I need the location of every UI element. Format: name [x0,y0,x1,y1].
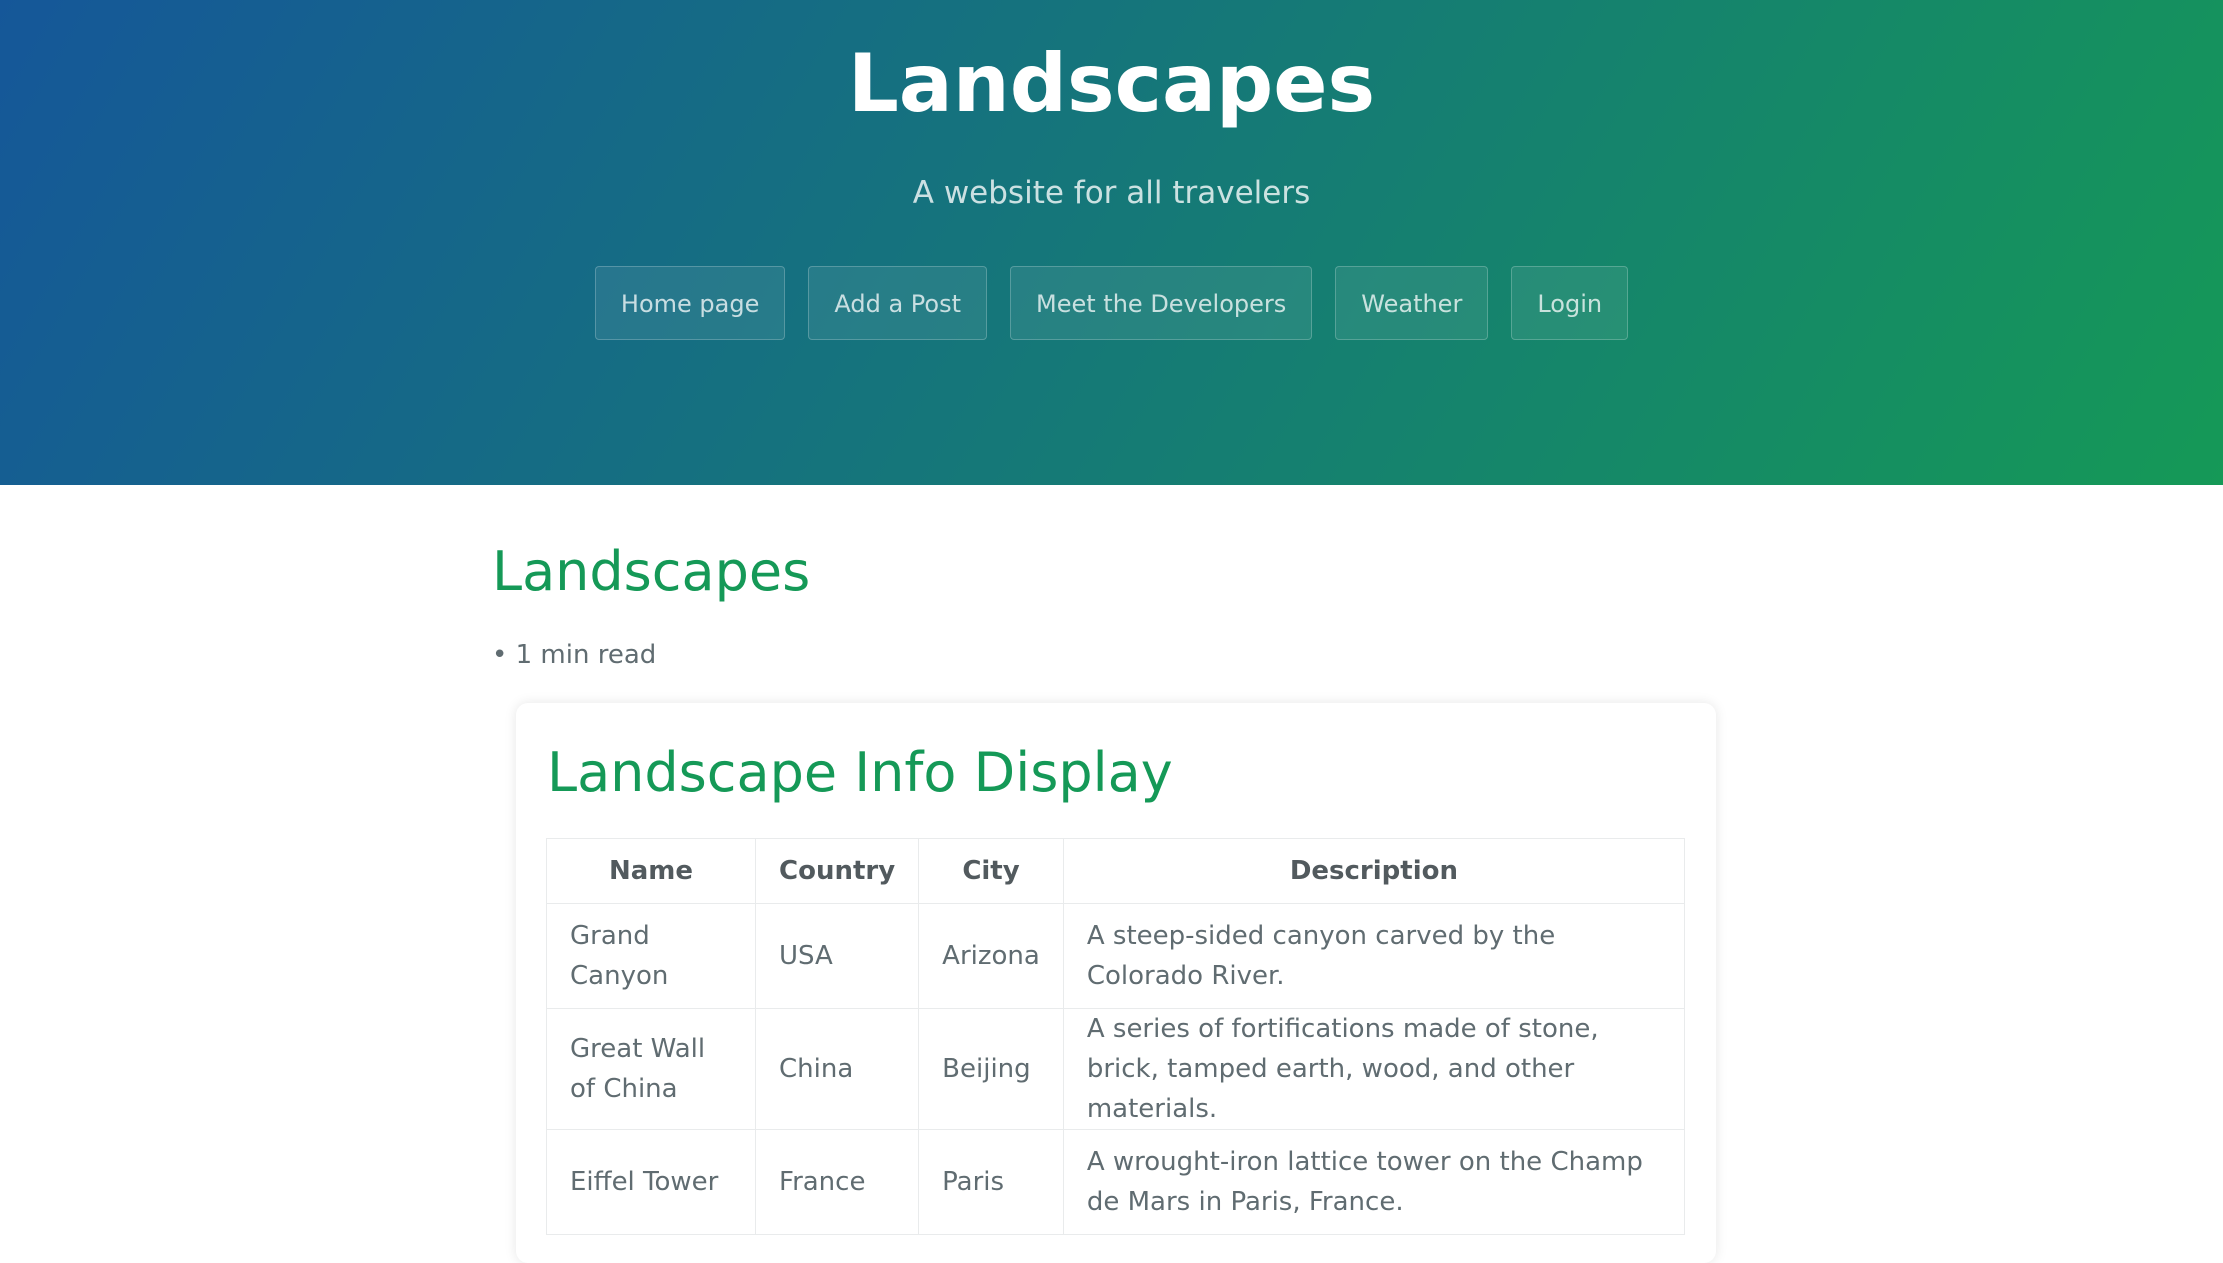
nav-meet-developers-button[interactable]: Meet the Developers [1010,266,1313,340]
cell-country: China [754,1008,920,1130]
table-header-row: Name Country City Description [546,838,1686,904]
table-row: Great Wall of China China Beijing A seri… [546,1008,1686,1130]
main-nav: Home page Add a Post Meet the Developers… [0,266,2223,340]
column-header-description: Description [1062,838,1686,904]
landscape-table: Name Country City Description Grand Cany… [546,838,1686,1235]
post-title: Landscapes [492,540,811,603]
cell-name: Great Wall of China [546,1008,756,1130]
cell-description: A wrought-iron lattice tower on the Cham… [1062,1129,1686,1235]
cell-city: Beijing [918,1008,1064,1130]
cell-city: Paris [918,1129,1064,1235]
post-meta: • 1 min read [492,640,657,670]
cell-name: Grand Canyon [546,903,756,1009]
page-header: Landscapes A website for all travelers H… [0,0,2223,485]
table-row: Eiffel Tower France Paris A wrought-iron… [546,1129,1686,1235]
cell-description: A steep-sided canyon carved by the Color… [1062,903,1686,1009]
column-header-city: City [918,838,1064,904]
site-tagline: A website for all travelers [912,175,1311,211]
cell-name: Eiffel Tower [546,1129,756,1235]
column-header-country: Country [754,838,920,904]
cell-country: USA [754,903,920,1009]
site-title: Landscapes [847,37,1376,130]
cell-country: France [754,1129,920,1235]
column-header-name: Name [546,838,756,904]
nav-weather-button[interactable]: Weather [1335,266,1489,340]
nav-home-page-button[interactable]: Home page [594,266,786,340]
cell-description: A series of fortifications made of stone… [1062,1008,1686,1130]
cell-city: Arizona [918,903,1064,1009]
table-row: Grand Canyon USA Arizona A steep-sided c… [546,903,1686,1009]
info-card: Landscape Info Display Name Country City… [516,703,1716,1263]
nav-add-post-button[interactable]: Add a Post [808,266,988,340]
nav-login-button[interactable]: Login [1511,266,1629,340]
card-title: Landscape Info Display [547,741,1173,804]
